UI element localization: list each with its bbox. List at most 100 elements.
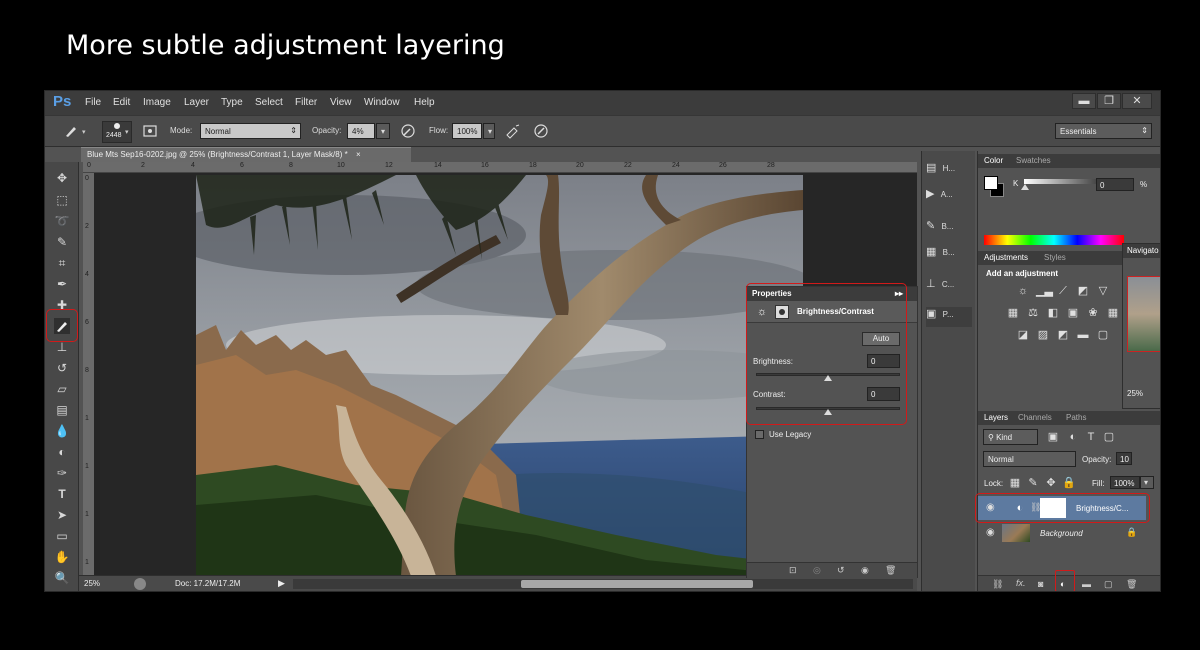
color-spectrum[interactable] [984, 235, 1124, 245]
gradient-map-adj-icon[interactable]: ▬ [1076, 328, 1090, 342]
flow-input[interactable]: 100% [452, 123, 482, 139]
zoom-tool-icon[interactable]: 🔍 [54, 570, 70, 586]
filter-adjustment-icon[interactable]: ◐ [1066, 430, 1080, 444]
tab-paths[interactable]: Paths [1066, 413, 1086, 422]
selective-color-adj-icon[interactable]: ▢ [1096, 328, 1110, 342]
blend-mode-select[interactable]: Normal [983, 451, 1076, 467]
quick-select-tool-icon[interactable]: ✎ [54, 234, 70, 250]
tab-styles[interactable]: Styles [1044, 253, 1066, 262]
airbrush-icon[interactable] [505, 123, 521, 139]
brush-panel-icon[interactable] [142, 123, 158, 139]
tab-layers[interactable]: Layers [984, 413, 1008, 422]
menu-view[interactable]: View [330, 97, 352, 108]
color-lookup-adj-icon[interactable]: ▦ [1106, 306, 1120, 320]
zoom-level[interactable]: 25% [84, 579, 100, 588]
status-menu-arrow-icon[interactable]: ▶ [278, 578, 285, 589]
reset-icon[interactable]: ↺ [837, 565, 845, 576]
add-mask-icon[interactable]: ◙ [1038, 579, 1043, 589]
menu-type[interactable]: Type [221, 97, 243, 108]
close-tab-icon[interactable]: × [356, 150, 361, 159]
black-white-adj-icon[interactable]: ◧ [1046, 306, 1060, 320]
tab-channels[interactable]: Channels [1018, 413, 1052, 422]
layer-name[interactable]: Background [1040, 529, 1083, 538]
lock-pixels-icon[interactable]: ✎ [1026, 476, 1040, 490]
pressure-size-icon[interactable] [533, 123, 549, 139]
dock-properties[interactable]: ▣ P... [926, 307, 972, 327]
tab-swatches[interactable]: Swatches [1016, 156, 1051, 165]
menu-filter[interactable]: Filter [295, 97, 317, 108]
k-input[interactable]: 0 [1096, 178, 1134, 191]
crop-tool-icon[interactable]: ⌗ [54, 255, 70, 271]
delete-layer-icon[interactable]: 🗑 [1126, 579, 1137, 590]
minimize-button[interactable]: ▬ [1072, 93, 1096, 109]
fill-dropdown[interactable]: ▾ [1140, 476, 1154, 489]
lock-all-icon[interactable]: 🔒 [1062, 476, 1076, 490]
filter-shape-icon[interactable]: ▢ [1102, 430, 1116, 444]
color-balance-adj-icon[interactable]: ⚖ [1026, 306, 1040, 320]
mode-select[interactable]: Normal ⇕ [200, 123, 301, 139]
visibility-eye-icon[interactable]: ◉ [861, 565, 869, 576]
dock-clone-source[interactable]: ⊥ C... [926, 277, 972, 297]
dock-history[interactable]: ▤ H... [926, 161, 972, 181]
clip-to-layer-icon[interactable]: ⊡ [789, 565, 797, 576]
marquee-tool-icon[interactable]: ⬚ [54, 192, 70, 208]
view-previous-icon[interactable]: ◎ [813, 565, 821, 576]
hand-tool-icon[interactable]: ✋ [54, 549, 70, 565]
visibility-eye-icon[interactable]: ◉ [986, 527, 995, 538]
document-tab[interactable]: Blue Mts Sep16-0202.jpg @ 25% (Brightnes… [81, 147, 411, 162]
vibrance-adj-icon[interactable]: ▽ [1096, 284, 1110, 298]
path-select-tool-icon[interactable]: ➤ [54, 507, 70, 523]
dock-brush[interactable]: ✎ B... [926, 219, 972, 239]
dodge-tool-icon[interactable]: ◐ [54, 444, 70, 460]
menu-layer[interactable]: Layer [184, 97, 209, 108]
curves-adj-icon[interactable]: ⟋ [1056, 284, 1070, 298]
link-layers-icon[interactable]: ⛓ [992, 579, 1003, 590]
lock-transparent-icon[interactable]: ▦ [1008, 476, 1022, 490]
new-layer-icon[interactable]: ▢ [1104, 579, 1113, 590]
move-tool-icon[interactable]: ✥ [54, 170, 70, 186]
menu-help[interactable]: Help [414, 97, 435, 108]
document-photo[interactable] [196, 175, 803, 576]
eyedropper-tool-icon[interactable]: ✒ [54, 276, 70, 292]
share-icon[interactable] [134, 578, 146, 590]
levels-adj-icon[interactable]: ▁▃ [1036, 284, 1053, 298]
eraser-tool-icon[interactable]: ▱ [54, 381, 70, 397]
lock-position-icon[interactable]: ✥ [1044, 476, 1058, 490]
k-slider-thumb[interactable] [1021, 184, 1029, 190]
brush-preset-icon[interactable] [63, 123, 79, 139]
flow-dropdown[interactable]: ▾ [483, 123, 495, 139]
opacity-input[interactable]: 4% [347, 123, 375, 139]
navigator-zoom[interactable]: 25% [1127, 389, 1143, 398]
exposure-adj-icon[interactable]: ◩ [1076, 284, 1090, 298]
posterize-adj-icon[interactable]: ▨ [1036, 328, 1050, 342]
lasso-tool-icon[interactable]: ➰ [54, 213, 70, 229]
pen-tool-icon[interactable]: ✑ [54, 465, 70, 481]
photo-filter-adj-icon[interactable]: ▣ [1066, 306, 1080, 320]
channel-mixer-adj-icon[interactable]: ❀ [1086, 306, 1100, 320]
filter-pixel-icon[interactable]: ▣ [1046, 430, 1060, 444]
chevron-down-icon[interactable]: ▾ [125, 128, 129, 136]
filter-type-icon[interactable]: T [1084, 430, 1098, 444]
restore-button[interactable]: ❐ [1097, 93, 1121, 109]
shape-tool-icon[interactable]: ▭ [54, 528, 70, 544]
history-brush-tool-icon[interactable]: ↺ [54, 360, 70, 376]
chevron-down-icon[interactable]: ▾ [82, 128, 86, 136]
layer-filter-kind[interactable]: ⚲ Kind [983, 429, 1038, 445]
workspace-select[interactable]: Essentials ⇕ [1055, 123, 1152, 139]
type-tool-icon[interactable]: T [54, 486, 70, 502]
clone-stamp-tool-icon[interactable]: ⊥ [54, 339, 70, 355]
fx-icon[interactable]: fx. [1016, 578, 1026, 588]
horizontal-scrollbar[interactable] [293, 579, 913, 589]
new-group-icon[interactable]: ▬ [1082, 579, 1091, 589]
use-legacy-checkbox[interactable] [755, 430, 764, 439]
tab-adjustments[interactable]: Adjustments [984, 253, 1028, 262]
gradient-tool-icon[interactable]: ▤ [54, 402, 70, 418]
menu-window[interactable]: Window [364, 97, 400, 108]
close-window-button[interactable]: ✕ [1122, 93, 1152, 109]
menu-edit[interactable]: Edit [113, 97, 130, 108]
blur-tool-icon[interactable]: 💧 [54, 423, 70, 439]
trash-icon[interactable]: 🗑 [885, 565, 896, 576]
fill-input[interactable]: 100% [1110, 476, 1140, 489]
layer-row-background[interactable]: ◉ Background 🔒 [978, 521, 1148, 545]
tab-color[interactable]: Color [984, 156, 1003, 165]
